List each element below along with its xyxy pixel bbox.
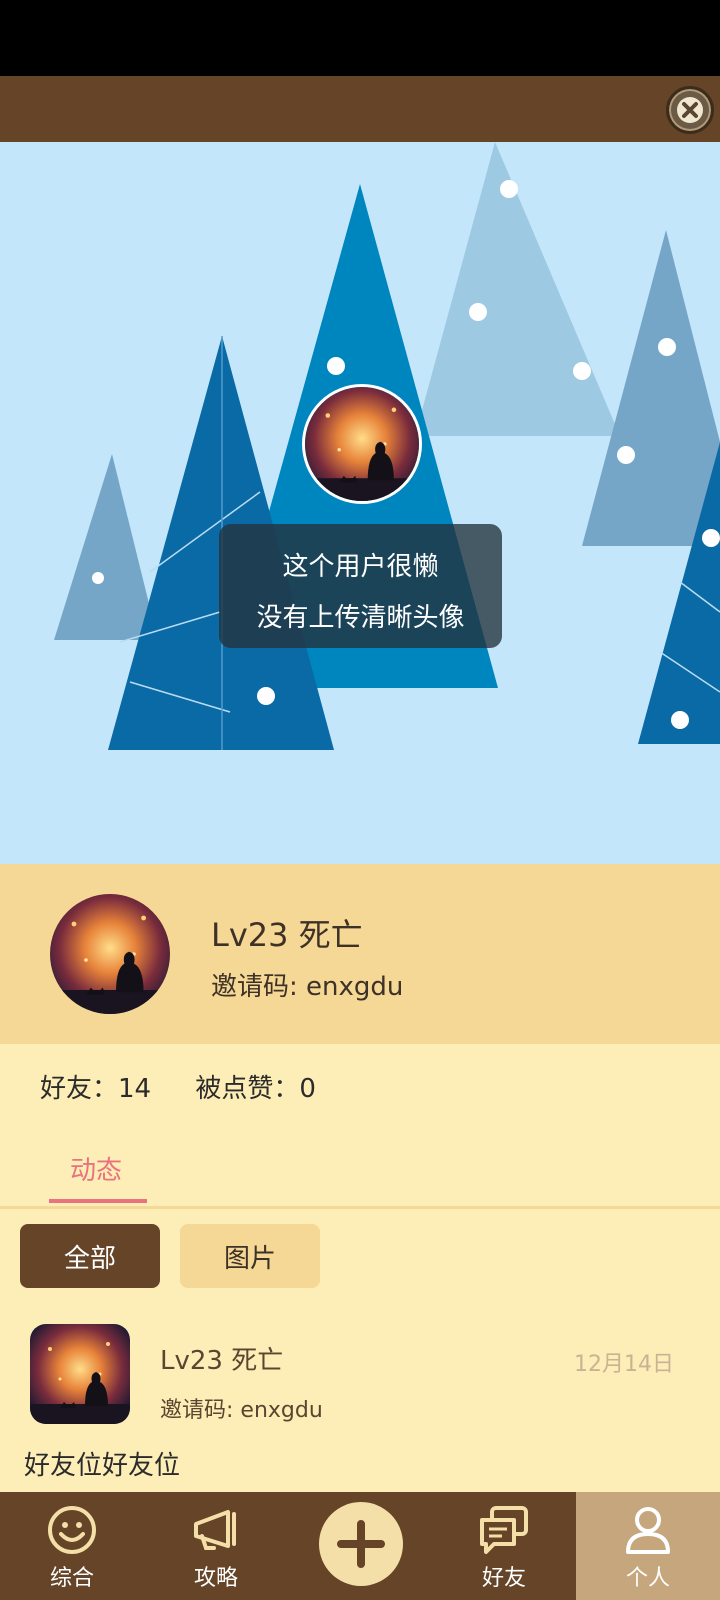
- nav-general[interactable]: 综合: [0, 1492, 144, 1600]
- nav-guide[interactable]: 攻略: [144, 1492, 288, 1600]
- tab-active-indicator: [49, 1199, 147, 1203]
- nav-friends-label: 好友: [481, 1566, 526, 1591]
- close-button[interactable]: [666, 86, 714, 134]
- post-avatar[interactable]: [30, 1324, 130, 1424]
- invite-code: 邀请码: enxgdu: [211, 972, 404, 1002]
- profile-name: Lv23 死亡: [211, 916, 363, 954]
- megaphone-icon: [194, 1510, 236, 1550]
- add-post-button[interactable]: [319, 1502, 403, 1586]
- tooltip-line-2: 没有上传清晰头像: [256, 603, 465, 633]
- post-content: 好友位好友位: [24, 1451, 181, 1481]
- nav-guide-label: 攻略: [193, 1566, 238, 1591]
- post-date: 12月14日: [574, 1352, 674, 1377]
- filter-all-button[interactable]: 全部: [20, 1224, 160, 1288]
- friends-count[interactable]: 好友：14: [40, 1074, 151, 1104]
- close-icon: [677, 97, 703, 123]
- nav-friends[interactable]: 好友: [432, 1492, 576, 1600]
- nav-personal-label: 个人: [625, 1566, 670, 1591]
- avatar[interactable]: [50, 894, 170, 1014]
- tooltip-line-1: 这个用户很懒: [282, 552, 439, 582]
- divider: [0, 1206, 720, 1209]
- profile-stats: 好友：14 被点赞：0: [40, 1068, 352, 1105]
- status-bar: [0, 0, 720, 76]
- filter-images-button[interactable]: 图片: [180, 1224, 320, 1288]
- chat-icon: [480, 1506, 528, 1554]
- post-author-name: Lv23 死亡: [160, 1346, 284, 1376]
- person-icon: [626, 1507, 670, 1554]
- no-avatar-tooltip: 这个用户很懒 没有上传清晰头像: [219, 524, 502, 648]
- smiley-icon: [48, 1506, 96, 1554]
- nav-personal[interactable]: 个人: [576, 1492, 720, 1600]
- post-invite-code: 邀请码: enxgdu: [160, 1398, 323, 1423]
- likes-count: 被点赞：0: [195, 1074, 316, 1104]
- tab-dynamic[interactable]: 动态: [70, 1150, 122, 1187]
- nav-general-label: 综合: [49, 1566, 94, 1591]
- plus-icon: [337, 1520, 385, 1568]
- top-bar: [0, 76, 720, 142]
- cover-avatar[interactable]: [302, 384, 422, 504]
